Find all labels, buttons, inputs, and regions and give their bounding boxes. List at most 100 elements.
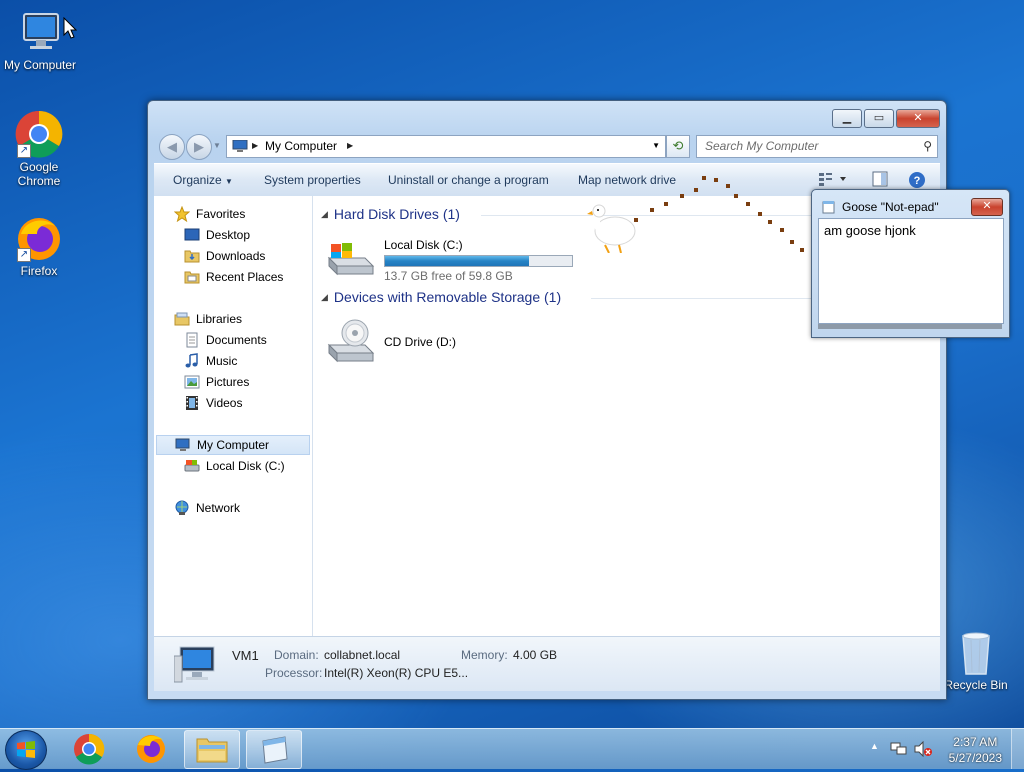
nav-downloads[interactable]: Downloads (184, 246, 265, 266)
notepad-scrollbar[interactable] (818, 324, 1002, 329)
breadcrumb-arrow-icon[interactable]: ▶ (347, 141, 353, 150)
domain-value: collabnet.local (324, 648, 401, 662)
group-header-removable[interactable]: ◢ Devices with Removable Storage (1) (321, 289, 561, 305)
start-button[interactable] (5, 730, 47, 770)
goose-notepad-window[interactable]: Goose "Not-epad" ✕ am goose hjonk (811, 189, 1010, 338)
nav-favorites[interactable]: Favorites (173, 204, 245, 224)
collapse-triangle-icon[interactable]: ◢ (321, 209, 328, 220)
hard-drive-icon (325, 240, 375, 279)
music-icon (184, 353, 200, 369)
star-icon (173, 205, 191, 223)
group-header-hard-disks[interactable]: ◢ Hard Disk Drives (1) (321, 206, 460, 222)
libraries-icon (174, 311, 190, 327)
downloads-folder-icon (184, 248, 200, 264)
recent-places-icon (184, 269, 200, 285)
nav-documents[interactable]: Documents (184, 330, 267, 350)
nav-videos[interactable]: Videos (184, 393, 242, 413)
drive-label-d: CD Drive (D:) (384, 335, 456, 349)
nav-my-computer[interactable]: My Computer (156, 435, 310, 455)
drive-item-c[interactable]: Local Disk (C:) 13.7 GB free of 59.8 GB (325, 236, 585, 283)
desktop-icon-firefox[interactable]: ↗ Firefox (0, 214, 79, 278)
nav-recent-places[interactable]: Recent Places (184, 267, 283, 287)
notepad-icon (262, 736, 288, 764)
network-tray-icon[interactable] (890, 741, 908, 760)
breadcrumb-my-computer[interactable]: My Computer (265, 139, 337, 153)
show-hidden-icons-button[interactable]: ▲ (870, 741, 879, 751)
desktop-icon-recycle-bin[interactable]: Recycle Bin (936, 628, 1016, 692)
taskbar: ▲ 2:37 AM 5/27/2023 (0, 728, 1024, 770)
navigation-bar: ◀ ▶ ▼ ▶ My Computer ▶ ▼ ⟲ Search My Comp… (156, 133, 938, 160)
nav-network[interactable]: Network (174, 498, 240, 518)
close-button[interactable]: ✕ (896, 109, 940, 128)
refresh-button[interactable]: ⟲ (666, 135, 690, 158)
pictures-icon (184, 374, 200, 390)
notepad-title: Goose "Not-epad" (842, 200, 939, 214)
address-dropdown-icon[interactable]: ▼ (652, 141, 660, 150)
system-properties-button[interactable]: System properties (264, 173, 361, 187)
nav-music[interactable]: Music (184, 351, 237, 371)
desktop-icon-label: Google Chrome (17, 160, 61, 188)
folder-icon (196, 738, 228, 763)
taskbar-notepad[interactable] (246, 730, 302, 769)
mouse-cursor-icon (63, 16, 78, 42)
computer-icon (173, 644, 218, 687)
chrome-icon (74, 733, 105, 765)
memory-label: Memory: (461, 648, 508, 662)
uninstall-program-button[interactable]: Uninstall or change a program (388, 173, 549, 187)
domain-label: Domain: (274, 648, 319, 662)
cd-drive-icon (325, 319, 375, 366)
notepad-text: am goose hjonk (824, 223, 916, 238)
maximize-button[interactable]: ▭ (864, 109, 894, 128)
back-button[interactable]: ◀ (159, 134, 185, 160)
desktop-folder-icon (184, 227, 200, 243)
computer-icon (175, 437, 191, 453)
memory-value: 4.00 GB (513, 648, 558, 662)
nav-desktop[interactable]: Desktop (184, 225, 250, 245)
forward-button[interactable]: ▶ (186, 134, 212, 160)
recycle-bin-icon (952, 628, 1000, 676)
desktop-icon-chrome[interactable]: ↗ Google Chrome (0, 110, 79, 188)
collapse-triangle-icon[interactable]: ◢ (321, 292, 328, 303)
processor-label: Processor: (265, 666, 323, 680)
nav-pictures[interactable]: Pictures (184, 372, 249, 392)
computer-icon (232, 139, 248, 156)
network-icon (174, 500, 190, 516)
notepad-close-button[interactable]: ✕ (971, 198, 1003, 216)
chrome-icon: ↗ (15, 110, 63, 158)
taskbar-chrome[interactable] (62, 730, 116, 767)
disk-usage-fill (385, 256, 529, 266)
notepad-text-area[interactable]: am goose hjonk (818, 218, 1004, 324)
details-pane: VM1 Domain: collabnet.local Memory: 4.00… (154, 637, 940, 691)
organize-button[interactable]: Organize ▼ (173, 173, 233, 187)
search-input[interactable]: Search My Computer ⚲ (696, 135, 938, 158)
disk-usage-bar (384, 255, 573, 267)
firefox-icon: ↗ (15, 214, 63, 262)
drive-free-space: 13.7 GB free of 59.8 GB (384, 269, 513, 283)
nav-libraries[interactable]: Libraries (174, 309, 242, 329)
drive-icon (184, 458, 200, 474)
documents-icon (184, 332, 200, 348)
recent-pages-dropdown[interactable]: ▼ (213, 141, 221, 150)
minimize-button[interactable]: ▁ (832, 109, 862, 128)
taskbar-firefox[interactable] (124, 730, 178, 767)
clock-date: 5/27/2023 (948, 751, 1002, 765)
drive-item-d[interactable]: CD Drive (D:) (325, 319, 525, 365)
show-desktop-button[interactable] (1011, 729, 1024, 769)
system-clock[interactable]: 2:37 AM 5/27/2023 (949, 734, 1002, 766)
firefox-icon (137, 735, 165, 763)
videos-icon (184, 395, 200, 411)
breadcrumb-arrow-icon[interactable]: ▶ (252, 141, 258, 150)
shortcut-arrow-icon: ↗ (17, 144, 31, 158)
computer-name: VM1 (232, 648, 259, 663)
processor-value: Intel(R) Xeon(R) CPU E5... (324, 666, 469, 680)
desktop-icon-label: My Computer (3, 58, 77, 72)
window-caption-buttons: ▁ ▭ ✕ (830, 109, 940, 128)
address-bar[interactable]: ▶ My Computer ▶ ▼ (226, 135, 666, 158)
volume-muted-icon[interactable] (914, 740, 932, 760)
search-icon[interactable]: ⚲ (923, 139, 932, 153)
svg-text:?: ? (914, 175, 921, 187)
taskbar-explorer[interactable] (184, 730, 240, 769)
desktop-icon-label: Firefox (20, 264, 58, 278)
nav-local-disk-c[interactable]: Local Disk (C:) (184, 456, 285, 476)
shortcut-arrow-icon: ↗ (17, 248, 31, 262)
